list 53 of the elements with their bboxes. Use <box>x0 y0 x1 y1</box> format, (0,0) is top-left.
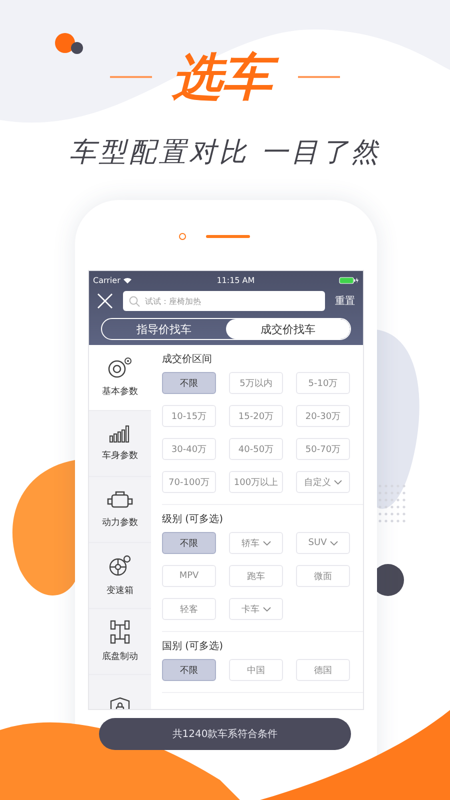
filter-option[interactable]: 100万以上 <box>229 471 283 493</box>
search-field[interactable]: 试试：座椅加热 <box>123 291 325 311</box>
filter-option[interactable]: 不限 <box>162 659 216 681</box>
sidebar-item[interactable]: 变速箱 <box>89 543 151 609</box>
sidebar-item[interactable]: 底盘制动 <box>89 609 151 675</box>
filter-option[interactable]: 轻客 <box>162 598 216 620</box>
filter-option[interactable]: 自定义 <box>296 471 350 493</box>
filter-option[interactable]: 5万以内 <box>229 372 283 394</box>
filter-option[interactable]: 30-40万 <box>162 438 216 460</box>
result-button[interactable]: 共1240款车系符合条件 <box>99 718 351 750</box>
filter-option[interactable]: 15-20万 <box>229 405 283 427</box>
sidebar-item[interactable]: 车身参数 <box>89 411 151 477</box>
wifi-icon <box>123 276 132 284</box>
filter-option[interactable]: 40-50万 <box>229 438 283 460</box>
filter-option[interactable]: 不限 <box>162 372 216 394</box>
filter-option[interactable]: MPV <box>162 565 216 587</box>
speaker-icon <box>206 234 250 238</box>
gauge-icon <box>106 357 134 379</box>
bar-chart-icon <box>109 425 131 443</box>
axle-icon <box>110 620 130 644</box>
engine-icon <box>107 490 133 510</box>
filter-option[interactable]: 10-15万 <box>162 405 216 427</box>
section-title: 级别 (可多选) <box>162 513 224 526</box>
filter-option[interactable]: 微面 <box>296 565 350 587</box>
sidebar-item[interactable]: 动力参数 <box>89 477 151 543</box>
reset-button[interactable]: 重置 <box>335 294 355 308</box>
carrier-label: Carrier <box>93 276 120 284</box>
battery-icon <box>339 276 359 284</box>
search-icon <box>129 296 140 306</box>
status-time: 11:15 AM <box>216 276 255 284</box>
promo-subtitle: 车型配置对比 一目了然 <box>69 136 381 170</box>
filter-option[interactable]: 轿车 <box>229 532 283 554</box>
filter-option[interactable]: 70-100万 <box>162 471 216 493</box>
filter-option[interactable]: 5-10万 <box>296 372 350 394</box>
filter-option[interactable]: 卡车 <box>229 598 283 620</box>
filter-option[interactable]: 德国 <box>296 659 350 681</box>
section-title: 国别 (可多选) <box>162 640 224 653</box>
filter-option[interactable]: 中国 <box>229 659 283 681</box>
camera-icon <box>178 232 186 240</box>
tab[interactable]: 指导价找车 <box>102 319 226 339</box>
section-title: 成交价区间 <box>162 353 213 366</box>
filter-option[interactable]: 不限 <box>162 532 216 554</box>
filter-option[interactable]: 20-30万 <box>296 405 350 427</box>
filter-option[interactable]: 跑车 <box>229 565 283 587</box>
tab[interactable]: 成交价找车 <box>226 319 350 339</box>
logo-dots-icon <box>55 33 83 54</box>
filter-option[interactable]: 50-70万 <box>296 438 350 460</box>
filter-option[interactable]: SUV <box>296 532 350 554</box>
close-icon[interactable] <box>97 293 113 309</box>
gearbox-icon <box>108 554 132 578</box>
dot-pattern <box>378 484 406 522</box>
promo-title: 选车 <box>168 44 282 110</box>
sidebar-item[interactable]: 基本参数 <box>89 345 151 411</box>
